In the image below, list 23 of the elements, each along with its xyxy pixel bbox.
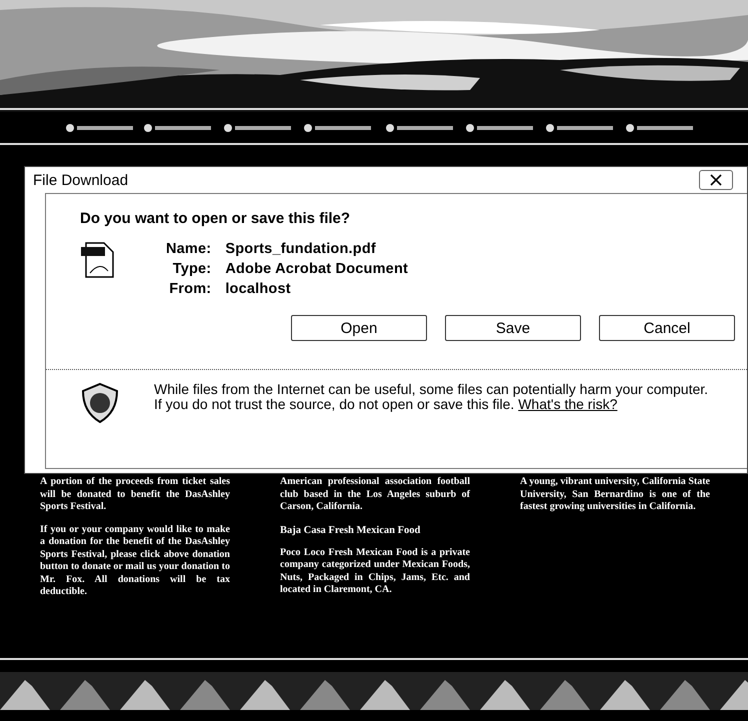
- paragraph: A portion of the proceeds from ticket sales will be donated to benefit the DasAshley Sports Festival.: [40, 476, 230, 514]
- field-value: Sports_fundation.pdf: [225, 241, 377, 257]
- close-button[interactable]: [699, 170, 733, 190]
- dialog-question: Do you want to open or save this file?: [80, 210, 352, 227]
- field-label: From:: [168, 281, 212, 297]
- dialog-title: File Download: [33, 172, 128, 188]
- dialog-button[interactable]: Save: [445, 315, 581, 341]
- paragraph: A young, vibrant university, California State University, San Bernardino is one of the fastest growing universities in California.: [520, 476, 710, 514]
- paragraph: American professional association football club based in the Los Angeles suburb of Carson, California.: [280, 476, 470, 514]
- shield-icon: [80, 382, 120, 424]
- field-label: Type:: [172, 261, 212, 277]
- paragraph: Poco Loco Fresh Mexican Food is a private company categorized under Mexican Foods, Nuts, Packaged in Chips, Jams, Etc. and located in Claremont, CA.: [280, 546, 470, 597]
- field-label: Name:: [166, 241, 212, 257]
- dialog-button[interactable]: Open: [291, 315, 427, 341]
- dialog-button[interactable]: Cancel: [599, 315, 735, 341]
- pdf-file-icon: [80, 241, 116, 279]
- field-value: localhost: [225, 281, 292, 297]
- risk-link[interactable]: What's the risk?: [518, 396, 618, 412]
- column-heading: Baja Casa Fresh Mexican Food: [280, 524, 422, 537]
- field-value: Adobe Acrobat Document: [225, 261, 408, 277]
- paragraph: If you or your company would like to make a donation for the benefit of the DasAshley Sports Festival, please click above donation button to donate or mail us your donation to Mr. Fox. All donations will be tax deductible.: [40, 524, 230, 598]
- warning-text: While files from the Internet can be useful, some files can potentially harm your computer. If you do not trust the source, do not open or save this file. What's the risk?: [154, 382, 710, 412]
- close-icon: [710, 174, 722, 186]
